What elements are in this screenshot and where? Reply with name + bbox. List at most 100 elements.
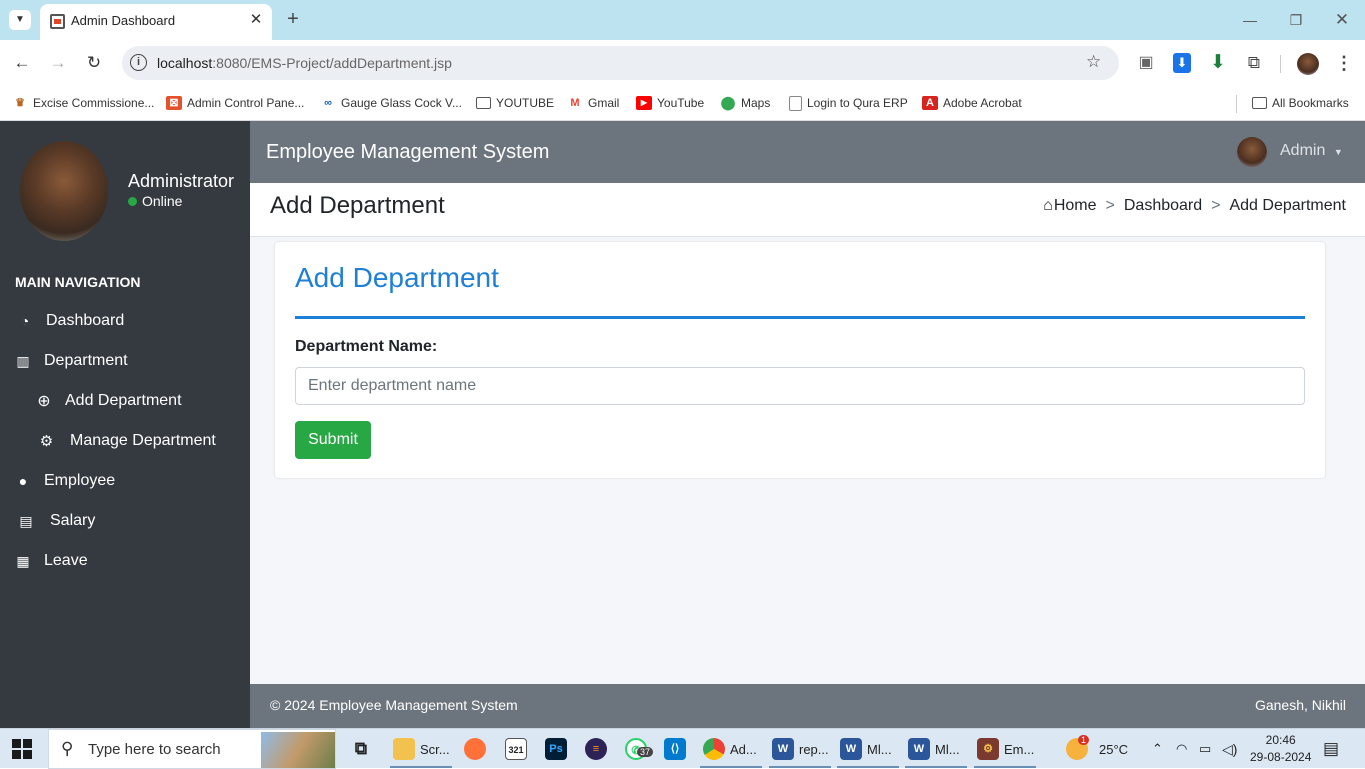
bookmark-star-icon[interactable]: ☆	[1086, 52, 1101, 72]
bookmark-adobe-acrobat[interactable]: A Adobe Acrobat	[922, 93, 1022, 113]
breadcrumb-separator: >	[1105, 197, 1115, 214]
breadcrumb-separator: >	[1211, 197, 1221, 214]
user-status: Online	[128, 193, 182, 209]
taskbar-app-label: Ad...	[730, 741, 757, 757]
breadcrumb-home[interactable]: Home	[1054, 197, 1097, 215]
caret-down-icon: ▼	[1333, 147, 1343, 157]
eclipse-icon: ≡	[585, 738, 607, 760]
taskbar-app-whatsapp[interactable]: ✆ 37	[625, 735, 654, 763]
taskbar-app-firefox[interactable]	[464, 735, 491, 763]
acrobat-icon: A	[922, 96, 938, 110]
online-dot-icon	[128, 196, 137, 206]
taskbar-app-word-ml-2[interactable]: W Ml...	[908, 735, 960, 763]
window-restore-icon[interactable]: ❐	[1283, 8, 1309, 32]
user-dropdown[interactable]: Admin ▼	[1280, 142, 1343, 160]
taskbar-app-label: rep...	[799, 741, 829, 757]
browser-tab-active[interactable]: Admin Dashboard ✕	[40, 4, 272, 40]
site-info-icon[interactable]: i	[130, 54, 147, 71]
url-path: :8080/EMS-Project/addDepartment.jsp	[212, 55, 452, 71]
back-arrow-icon[interactable]: ←	[10, 51, 34, 75]
notifications-icon[interactable]: ▤	[1323, 735, 1339, 763]
taskbar-app-label: Em...	[1004, 741, 1035, 757]
bookmark-label: Login to Qura ERP	[807, 96, 908, 110]
sidebar-item-dashboard[interactable]: ◔ Dashboard	[0, 301, 250, 341]
add-department-card: Add Department Department Name: Submit	[275, 242, 1325, 478]
youtube-icon: ▶	[636, 96, 652, 110]
bookmark-youtube[interactable]: ▶ YouTube	[636, 93, 704, 113]
sidebar-item-label: Leave	[44, 552, 88, 569]
sidebar-item-department[interactable]: ▥ Department	[0, 341, 250, 381]
submit-button[interactable]: Submit	[295, 421, 371, 459]
bookmark-admin-control[interactable]: ⊠ Admin Control Pane...	[166, 93, 304, 113]
bookmark-excise[interactable]: ♛ Excise Commissione...	[12, 93, 154, 113]
network-wifi-icon[interactable]: ◠	[1176, 735, 1187, 763]
volume-icon[interactable]: ◁)	[1222, 735, 1237, 763]
taskbar-app-photoshop[interactable]: Ps	[545, 735, 572, 763]
footer-copyright: © 2024 Employee Management System	[270, 697, 518, 713]
user-name: Administrator	[128, 171, 235, 191]
sidebar-item-add-department[interactable]: ⊕ Add Department	[0, 381, 250, 421]
bookmark-maps[interactable]: ⬤ Maps	[720, 93, 771, 113]
user-dropdown-label: Admin	[1280, 142, 1326, 159]
new-tab-plus-icon[interactable]: +	[282, 8, 304, 30]
photoshop-icon: Ps	[545, 738, 567, 760]
sidebar-item-salary[interactable]: ▤ Salary	[0, 501, 250, 541]
tab-title: Admin Dashboard	[71, 13, 176, 28]
tab-close-icon[interactable]: ✕	[246, 10, 266, 30]
taskbar-app-ems[interactable]: ⚙ Em...	[977, 735, 1034, 763]
taskbar-search[interactable]: ⚲ Type here to search	[48, 729, 336, 769]
sidebar-item-employee[interactable]: ● Employee	[0, 461, 250, 501]
tab-search-chevron-down-icon[interactable]: ▼	[9, 10, 31, 30]
forward-arrow-icon[interactable]: →	[46, 51, 70, 75]
plus-circle-icon: ⊕	[37, 393, 51, 410]
clock-time: 20:46	[1265, 733, 1296, 747]
bookmark-gmail[interactable]: M Gmail	[567, 93, 619, 113]
whatsapp-badge: 37	[637, 747, 654, 757]
all-bookmarks-button[interactable]: All Bookmarks	[1252, 93, 1349, 113]
bookmark-label: Excise Commissione...	[33, 96, 155, 110]
taskbar-clock[interactable]: 20:46 29-08-2024	[1250, 732, 1311, 766]
extensions-puzzle-icon[interactable]: ⧉	[1243, 52, 1265, 74]
reload-icon[interactable]: ↻	[82, 51, 106, 75]
camera-icon[interactable]: ▣	[1135, 52, 1157, 74]
window-minimize-icon[interactable]: —	[1237, 8, 1263, 32]
taskbar-app-word-rep[interactable]: Wrep...	[772, 735, 829, 763]
taskbar-app-label: Ml...	[935, 741, 960, 757]
word-icon: W	[840, 738, 862, 760]
folder-icon	[1252, 97, 1267, 109]
taskbar-app-file-explorer[interactable]: Scr...	[393, 735, 450, 763]
profile-avatar[interactable]	[1297, 53, 1319, 75]
taskbar-app-word-ml-1[interactable]: W Ml...	[840, 735, 892, 763]
url-text[interactable]: localhost:8080/EMS-Project/addDepartment…	[157, 55, 452, 71]
bookmark-youtube-folder[interactable]: YOUTUBE	[476, 93, 554, 113]
windows-start-icon[interactable]	[12, 739, 32, 759]
sidebar-item-manage-department[interactable]: ⚙ Manage Department	[0, 421, 250, 461]
page-title: Add Department	[270, 192, 445, 219]
bookmark-gauge-glass[interactable]: ∞ Gauge Glass Cock V...	[320, 93, 462, 113]
breadcrumb-dashboard[interactable]: Dashboard	[1124, 197, 1202, 215]
sidebar-item-leave[interactable]: ▦ Leave	[0, 541, 250, 581]
address-bar[interactable]: i localhost:8080/EMS-Project/addDepartme…	[122, 46, 1119, 80]
download-box-icon[interactable]: ⬇	[1173, 53, 1191, 73]
bookmark-qura-erp[interactable]: Login to Qura ERP	[789, 93, 908, 113]
show-hidden-icons-chevron-up-icon[interactable]: ⌃	[1152, 735, 1163, 763]
task-view-icon[interactable]: ⧉	[350, 735, 377, 763]
download-arrow-icon[interactable]: ⬇	[1207, 52, 1229, 74]
vscode-icon: ⟨⟩	[664, 738, 686, 760]
department-name-input[interactable]	[295, 367, 1305, 405]
app-brand[interactable]: Employee Management System	[266, 141, 549, 164]
bookmark-label: Gmail	[588, 96, 620, 110]
navbar-avatar[interactable]	[1237, 137, 1267, 167]
url-host: localhost	[157, 55, 213, 71]
window-close-icon[interactable]: ✕	[1329, 8, 1355, 32]
taskbar-app-eclipse[interactable]: ≡	[585, 735, 612, 763]
taskbar-app-vscode[interactable]: ⟨⟩	[664, 735, 691, 763]
calendar-app-icon: 321	[505, 738, 527, 760]
weather-widget[interactable]: 1 25°C	[1066, 735, 1128, 763]
browser-menu-kebab-icon[interactable]: ⋮	[1333, 52, 1355, 74]
emblem-icon: ♛	[15, 97, 25, 109]
taskbar-app-chrome[interactable]: Ad...	[703, 735, 757, 763]
battery-icon[interactable]: ▭	[1199, 735, 1211, 763]
top-navbar: Employee Management System Admin ▼	[250, 121, 1365, 183]
taskbar-app-calendar[interactable]: 321	[505, 735, 532, 763]
